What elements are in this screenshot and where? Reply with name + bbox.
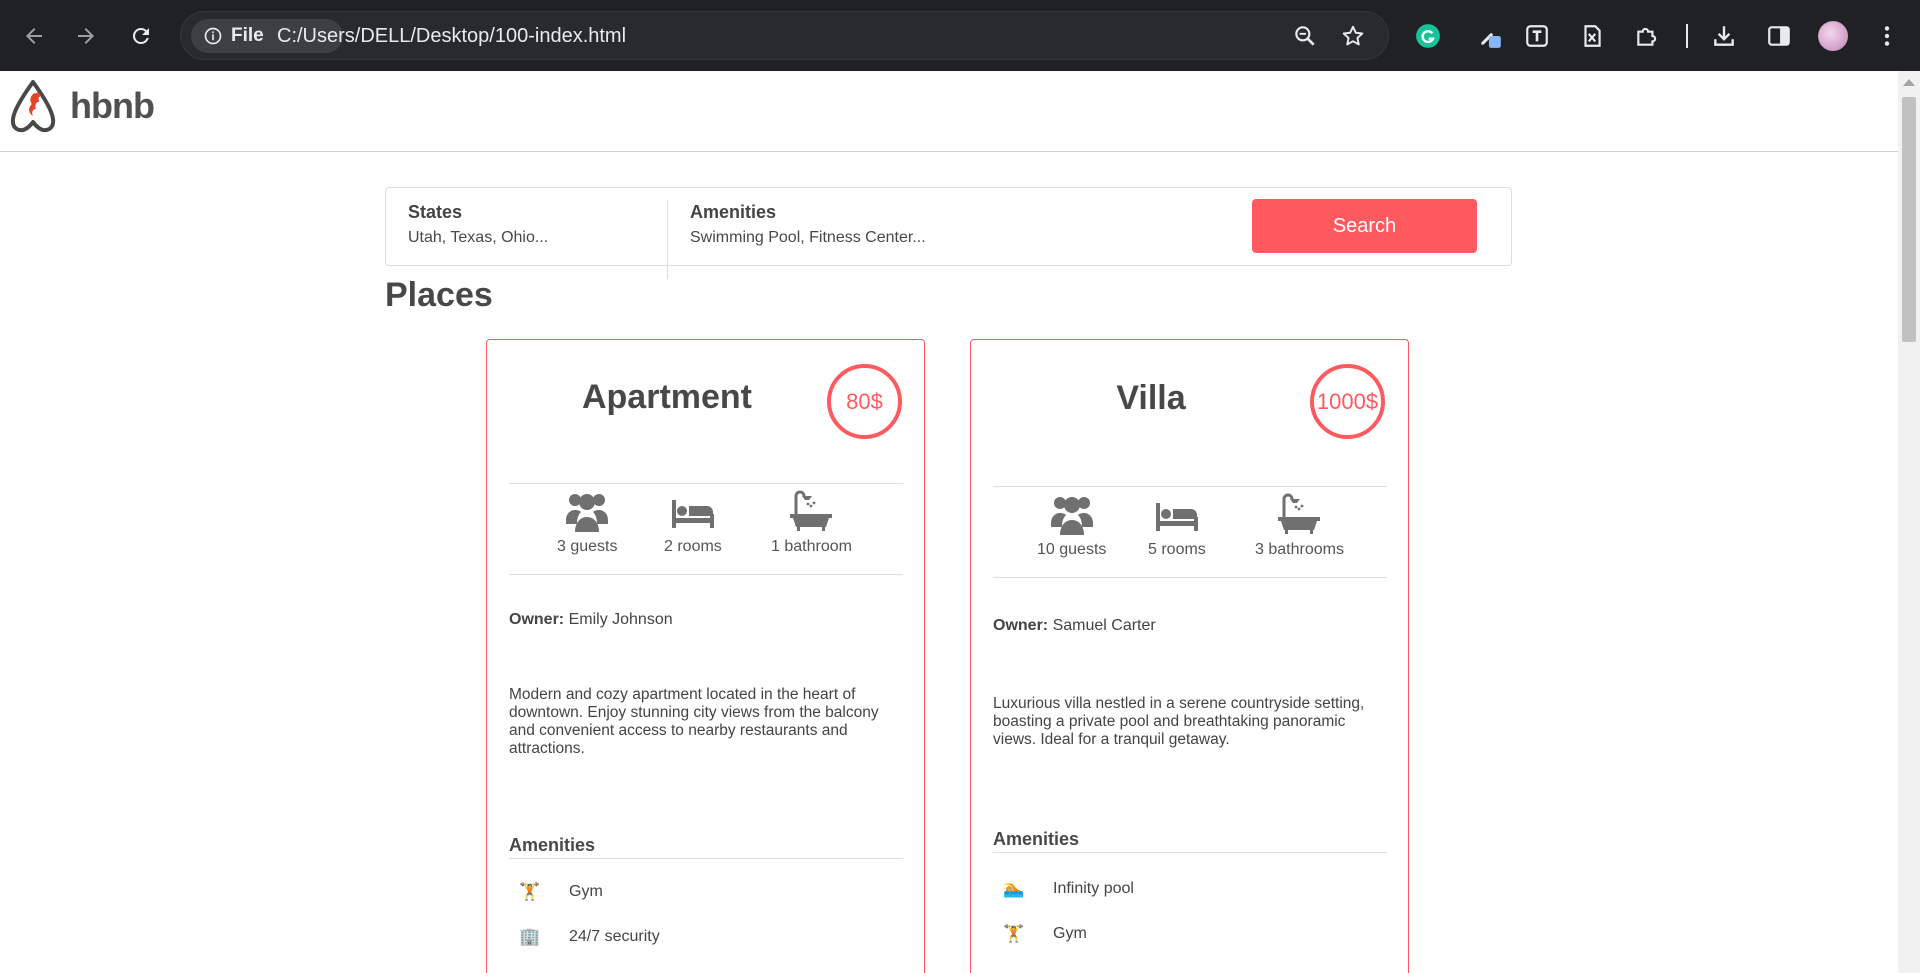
place-title: Apartment [581,378,753,416]
puzzle-icon [1637,27,1657,46]
hbnb-logo-icon [10,80,56,133]
side-panel-icon [1768,26,1790,46]
excel-extension[interactable] [1575,19,1609,53]
extensions-button[interactable] [1630,19,1664,53]
text-t-icon [1526,25,1548,47]
amenities-title: Amenities [993,829,1387,853]
owner-label: Owner: [509,611,565,628]
rooms-count: 5 rooms [1148,541,1206,558]
excel-icon [1584,25,1601,47]
place-title: Villa [1116,379,1186,417]
amenity-label: 24/7 security [569,928,660,945]
amenity-label: Gym [569,883,603,900]
reload-button[interactable] [119,14,163,58]
bathrooms-count: 3 bathrooms [1255,541,1344,558]
download-icon [1714,26,1734,46]
reload-icon [132,27,149,44]
scrollbar-thumb[interactable] [1902,97,1916,342]
file-label: File [231,25,264,46]
guests-icon [566,494,609,532]
grammarly-extension[interactable] [1411,19,1445,53]
price-badge: 1000$ [1310,364,1385,439]
bed-icon [1155,503,1198,531]
owner-label: Owner: [993,617,1049,634]
guests-info: 10 guests [1037,493,1106,559]
back-button[interactable] [12,14,56,58]
forward-arrow-icon [78,28,94,44]
kebab-menu-icon [1884,26,1890,46]
logo[interactable]: hbnb [8,79,155,133]
zoom-button[interactable] [1289,20,1321,52]
browser-toolbar: File C:/Users/DELL/Desktop/100-index.htm… [0,0,1920,71]
amenity-item: 🏢 24/7 security [519,927,660,947]
zoom-icon [1295,26,1315,46]
bed-icon [671,500,714,528]
states-filter[interactable]: States Utah, Texas, Ohio... [408,202,548,247]
logo-text: hbnb [70,85,155,126]
amenity-label: Infinity pool [1053,880,1134,897]
amenity-label: Gym [1053,925,1087,942]
forward-button[interactable] [64,14,108,58]
place-card-villa: Villa 1000$ 10 guests 5 rooms 3 bathroom… [970,339,1409,973]
filters-bar: States Utah, Texas, Ohio... Amenities Sw… [385,187,1512,279]
amenities-title: Amenities [509,835,903,859]
profile-avatar[interactable] [1818,21,1848,51]
place-info: 3 guests 2 rooms 1 bathroom [509,483,903,575]
amenities-filter[interactable]: Amenities Swimming Pool, Fitness Center.… [690,202,926,247]
back-arrow-icon [26,28,42,44]
amenities-filter-title: Amenities [690,202,777,222]
guests-count: 10 guests [1037,541,1107,558]
place-info: 10 guests 5 rooms 3 bathrooms [993,486,1387,578]
scroll-up-icon[interactable] [1903,79,1915,86]
page-content: hbnb States Utah, Texas, Ohio... Ameniti… [0,71,1898,973]
states-values: Utah, Texas, Ohio... [408,229,549,246]
grammarly-icon [1416,24,1440,48]
url-text[interactable]: C:/Users/DELL/Desktop/100-index.html [277,12,626,61]
text-extension[interactable] [1520,19,1554,53]
menu-button[interactable] [1870,19,1904,53]
guests-count: 3 guests [557,538,618,555]
rooms-info: 2 rooms [664,490,722,556]
downloads-button[interactable] [1707,19,1741,53]
amenity-item: 🏋 Gym [1003,924,1087,944]
gym-icon: 🏋 [519,882,541,901]
guests-icon [1050,497,1093,535]
address-bar[interactable]: File C:/Users/DELL/Desktop/100-index.htm… [180,11,1389,60]
side-panel-button[interactable] [1762,19,1796,53]
bathrooms-info: 3 bathrooms [1255,493,1344,559]
owner-name: Samuel Carter [1052,617,1156,634]
security-icon: 🏢 [519,927,541,946]
bookmark-button[interactable] [1337,20,1369,52]
owner: Owner: Samuel Carter [993,617,1156,635]
page-scrollbar[interactable] [1898,71,1920,973]
place-description: Modern and cozy apartment located in the… [509,686,879,757]
filter-divider [667,200,668,279]
place-card-apartment: Apartment 80$ 3 guests 2 rooms 1 bathroo… [486,339,925,973]
owner-name: Emily Johnson [568,611,673,628]
rooms-info: 5 rooms [1148,493,1206,559]
bathrooms-count: 1 bathroom [771,538,852,555]
bathtub-icon [1278,493,1321,534]
pen-icon [1481,32,1501,48]
amenities-filter-values: Swimming Pool, Fitness Center... [690,229,926,246]
pen-extension[interactable] [1473,19,1507,53]
guests-info: 3 guests [557,490,617,556]
pool-icon: 🏊 [1003,879,1025,898]
star-icon [1342,25,1364,46]
owner: Owner: Emily Johnson [509,611,673,629]
amenity-item: 🏋 Gym [519,882,603,902]
price-badge: 80$ [827,364,902,439]
gym-icon: 🏋 [1003,924,1025,943]
toolbar-divider [1686,24,1688,48]
states-title: States [408,202,463,222]
bathtub-icon [790,490,833,531]
rooms-count: 2 rooms [664,538,722,555]
places-heading: Places [385,276,493,314]
place-description: Luxurious villa nestled in a serene coun… [993,695,1365,748]
site-header: hbnb [0,71,1898,152]
bathrooms-info: 1 bathroom [771,490,852,556]
amenity-item: 🏊 Infinity pool [1003,879,1134,899]
info-icon [204,27,222,45]
search-button[interactable]: Search [1252,199,1477,253]
